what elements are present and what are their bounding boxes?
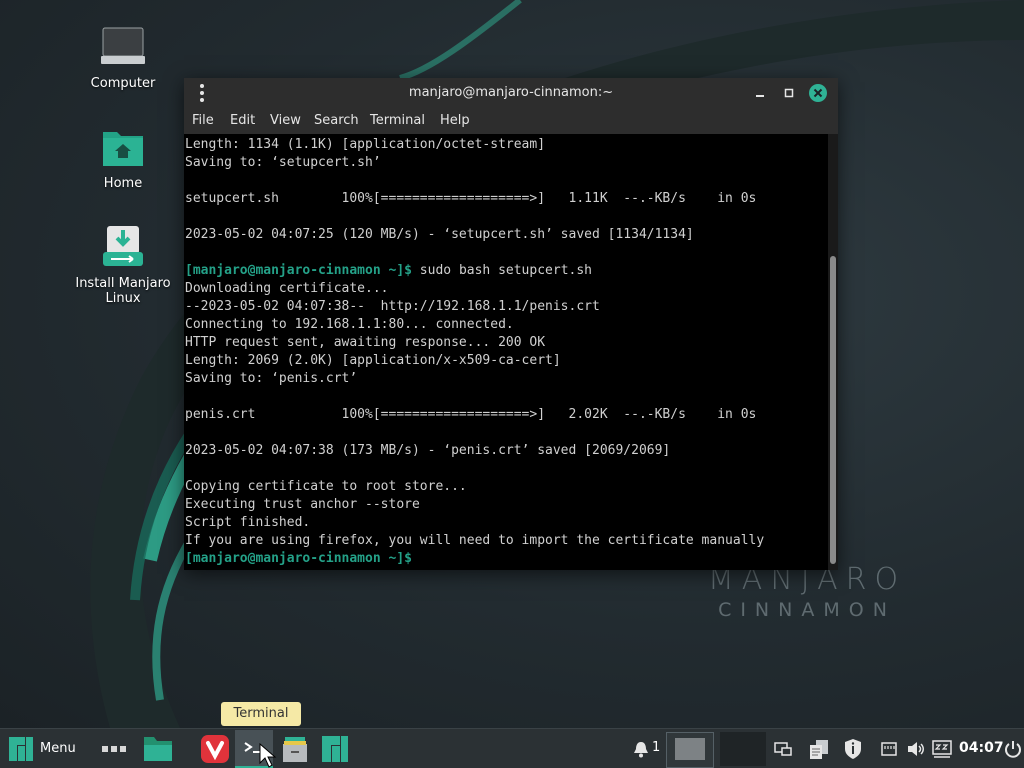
desktop-icon-label: Home <box>103 176 143 191</box>
terminal-line: 2023-05-02 04:07:38 (173 MB/s) - ‘penis.… <box>185 442 764 460</box>
terminal-line-text: Copying certificate to root store... <box>185 479 467 494</box>
notifications-icon[interactable] <box>632 740 650 758</box>
terminal-line-text: Saving to: ‘setupcert.sh’ <box>185 155 381 170</box>
terminal-line: Saving to: ‘setupcert.sh’ <box>185 154 764 172</box>
window-titlebar[interactable]: manjaro@manjaro-cinnamon:~ <box>184 78 838 108</box>
monitor-icon <box>99 24 147 72</box>
wallpaper-brand: MANJARO CINNAMON <box>700 562 914 621</box>
terminal-line-text: --2023-05-02 04:07:38-- http://192.168.1… <box>185 299 600 314</box>
terminal-line-text: Script finished. <box>185 515 311 530</box>
file-manager-icon[interactable] <box>280 734 310 764</box>
terminal-line: setupcert.sh 100%[===================>] … <box>185 190 764 208</box>
wallpaper-brand-line2: CINNAMON <box>718 599 896 621</box>
terminal-line: 2023-05-02 04:07:25 (120 MB/s) - ‘setupc… <box>185 226 764 244</box>
home-folder-icon <box>99 124 147 172</box>
terminal-line: penis.crt 100%[===================>] 2.0… <box>185 406 764 424</box>
manjaro-settings-icon[interactable] <box>320 734 350 764</box>
terminal-line: If you are using firefox, you will need … <box>185 532 764 550</box>
workspace-1[interactable] <box>666 732 714 768</box>
menu-help[interactable]: Help <box>440 113 470 128</box>
terminal-line-text: sudo bash setupcert.sh <box>411 263 592 278</box>
update-shield-icon[interactable] <box>843 738 863 760</box>
install-icon <box>99 224 147 272</box>
terminal-line: Saving to: ‘penis.crt’ <box>185 370 764 388</box>
clipboard-icon[interactable] <box>808 738 830 760</box>
mouse-cursor-icon <box>259 743 277 768</box>
vivaldi-browser-icon[interactable] <box>200 734 230 764</box>
window-title: manjaro@manjaro-cinnamon:~ <box>408 85 614 100</box>
volume-icon[interactable] <box>906 740 926 758</box>
power-icon[interactable] <box>1004 739 1022 759</box>
terminal-line-text: If you are using firefox, you will need … <box>185 533 765 548</box>
terminal-line-text: Saving to: ‘penis.crt’ <box>185 371 358 386</box>
terminal-scrollbar-thumb[interactable] <box>830 256 836 564</box>
menu-search[interactable]: Search <box>314 113 359 128</box>
terminal-line: Script finished. <box>185 514 764 532</box>
manjaro-logo-icon <box>9 737 33 761</box>
bottom-panel: Menu 1 04:07 <box>0 728 1024 768</box>
display-icon[interactable] <box>774 740 792 758</box>
keyboard-layout-icon[interactable] <box>932 739 952 759</box>
menu-button[interactable]: Menu <box>6 735 86 763</box>
terminal-lines: Length: 1134 (1.1K) [application/octet-s… <box>185 136 764 568</box>
minimize-icon[interactable] <box>750 83 770 103</box>
shell-prompt: [manjaro@manjaro-cinnamon ~]$ <box>185 551 412 566</box>
terminal-output[interactable]: Length: 1134 (1.1K) [application/octet-s… <box>184 134 828 570</box>
menu-view[interactable]: View <box>270 113 301 128</box>
terminal-line-text: Connecting to 192.168.1.1:80... connecte… <box>185 317 514 332</box>
terminal-line: Executing trust anchor --store <box>185 496 764 514</box>
desktop-icon-install-manjaro[interactable]: Install Manjaro Linux <box>73 224 173 306</box>
menu-file[interactable]: File <box>192 113 214 128</box>
workspace-window-preview <box>675 738 705 760</box>
terminal-line-text: Length: 2069 (2.0K) [application/x-x509-… <box>185 353 561 368</box>
shell-prompt: [manjaro@manjaro-cinnamon ~]$ <box>185 263 412 278</box>
notification-count: 1 <box>652 740 661 755</box>
terminal-line: Downloading certificate... <box>185 280 764 298</box>
desktop-icon-label: Computer <box>90 76 156 91</box>
terminal-line-text: 2023-05-02 04:07:38 (173 MB/s) - ‘penis.… <box>185 443 671 458</box>
terminal-line-text: Length: 1134 (1.1K) [application/octet-s… <box>185 137 546 152</box>
terminal-line-text: penis.crt 100%[===================>] 2.0… <box>185 407 757 422</box>
terminal-line-text: setupcert.sh 100%[===================>] … <box>185 191 757 206</box>
terminal-line: [manjaro@manjaro-cinnamon ~]$ <box>185 550 764 568</box>
window-menubar: File Edit View Search Terminal Help <box>184 108 838 134</box>
network-wired-icon[interactable] <box>880 740 898 758</box>
terminal-line-text: Downloading certificate... <box>185 281 389 296</box>
terminal-window[interactable]: manjaro@manjaro-cinnamon:~ File Edit Vie… <box>184 78 838 570</box>
terminal-line: [manjaro@manjaro-cinnamon ~]$ sudo bash … <box>185 262 764 280</box>
maximize-icon[interactable] <box>779 83 799 103</box>
desktop-icon-computer[interactable]: Computer <box>73 24 173 91</box>
taskbar-tooltip: Terminal <box>221 702 301 726</box>
terminal-line: Length: 1134 (1.1K) [application/octet-s… <box>185 136 764 154</box>
terminal-line: Copying certificate to root store... <box>185 478 764 496</box>
desktop-icon-home[interactable]: Home <box>73 124 173 191</box>
terminal-line: HTTP request sent, awaiting response... … <box>185 334 764 352</box>
menu-edit[interactable]: Edit <box>230 113 255 128</box>
menu-label: Menu <box>40 741 76 756</box>
terminal-line: --2023-05-02 04:07:38-- http://192.168.1… <box>185 298 764 316</box>
workspace-2[interactable] <box>720 732 766 766</box>
show-apps-icon[interactable] <box>100 741 128 757</box>
close-icon[interactable] <box>808 83 828 103</box>
terminal-line: Connecting to 192.168.1.1:80... connecte… <box>185 316 764 334</box>
terminal-line-text: 2023-05-02 04:07:25 (120 MB/s) - ‘setupc… <box>185 227 694 242</box>
show-desktop-icon[interactable] <box>142 735 174 763</box>
terminal-line: Length: 2069 (2.0K) [application/x-x509-… <box>185 352 764 370</box>
terminal-line-text: Executing trust anchor --store <box>185 497 420 512</box>
terminal-scrollbar[interactable] <box>828 134 838 570</box>
menu-terminal[interactable]: Terminal <box>370 113 425 128</box>
desktop-icon-label: Install Manjaro Linux <box>75 276 171 306</box>
panel-clock[interactable]: 04:07 <box>959 740 1004 756</box>
terminal-line-text: HTTP request sent, awaiting response... … <box>185 335 546 350</box>
